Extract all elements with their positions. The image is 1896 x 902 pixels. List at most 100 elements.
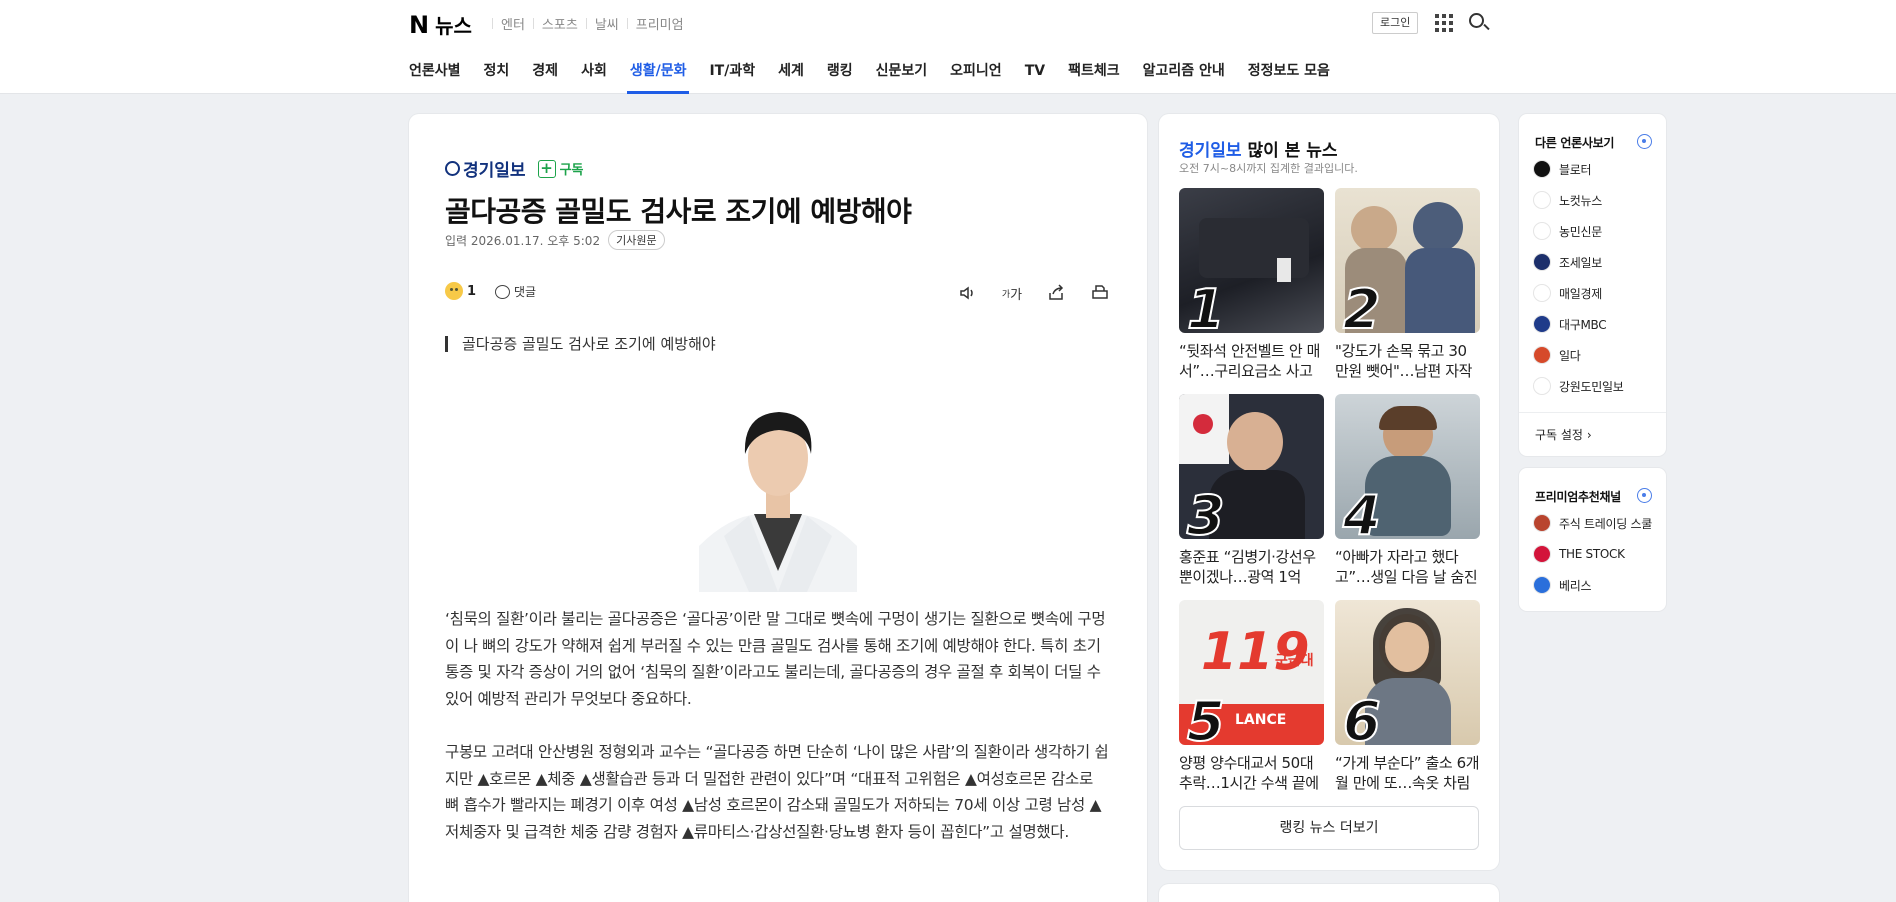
ranking-item[interactable]: 6 “가게 부순다” 출소 6개월 만에 또…속옷 차림 <box>1335 600 1480 793</box>
service-link-entertainment[interactable]: 엔터 <box>501 14 525 33</box>
other-press-name: 블로터 <box>1559 162 1592 177</box>
font-size-label: 가 <box>1010 287 1023 303</box>
rank-number: 4 <box>1342 484 1382 540</box>
subscribe-setting-link[interactable]: 구독 설정 › <box>1535 426 1592 443</box>
nav-item-life-culture[interactable]: 생활/문화 <box>626 56 690 94</box>
nav-item-corrections[interactable]: 정정보도 모음 <box>1248 56 1330 94</box>
other-press-item[interactable]: 블로터 <box>1533 160 1592 178</box>
press-logo-icon <box>1533 576 1551 594</box>
logo-n: N <box>409 10 430 39</box>
ranking-item[interactable]: 1 “뒷좌석 안전벨트 안 매서”…구리요금소 사고 <box>1179 188 1324 381</box>
other-press-item[interactable]: 매일경제 <box>1533 284 1602 302</box>
divider <box>532 18 534 29</box>
nav-item-press[interactable]: 언론사별 <box>409 56 461 94</box>
share-icon[interactable] <box>1045 282 1067 304</box>
most-viewed-title: 경기일보 많이 본 뉴스 <box>1179 136 1338 161</box>
service-link-weather[interactable]: 날씨 <box>595 14 619 33</box>
other-press-name: 대구MBC <box>1559 317 1607 332</box>
refresh-icon[interactable] <box>1637 134 1652 149</box>
subscribe-setting-label: 구독 설정 <box>1535 428 1583 442</box>
press-logo[interactable]: 경기일보 <box>445 156 526 181</box>
print-icon[interactable] <box>1089 282 1111 304</box>
service-link-sports[interactable]: 스포츠 <box>542 14 578 33</box>
ranking-item[interactable]: 2 "강도가 손목 묶고 30만원 뺏어"…남편 자작극 <box>1335 188 1480 381</box>
premium-channel-item[interactable]: 주식 트레이딩 스쿨 <box>1533 514 1652 532</box>
comment-button[interactable]: 댓글 <box>495 283 536 300</box>
naver-news-logo[interactable]: N 뉴스 <box>409 10 472 39</box>
press-logo-icon <box>1533 191 1551 209</box>
nav-item-economy[interactable]: 경제 <box>532 56 558 94</box>
other-press-name: 노컷뉴스 <box>1559 193 1602 208</box>
premium-channel-item[interactable]: 베리스 <box>1533 576 1592 594</box>
ranking-headline: “가게 부순다” 출소 6개월 만에 또…속옷 차림 <box>1335 754 1480 792</box>
ranking-thumbnail: 3 <box>1179 394 1324 539</box>
nav-item-politics[interactable]: 정치 <box>484 56 510 94</box>
nav-item-algorithm[interactable]: 알고리즘 안내 <box>1143 56 1225 94</box>
comment-bubble-icon <box>495 284 510 299</box>
ranking-press-name[interactable]: 경기일보 <box>1179 141 1242 161</box>
ranking-thumbnail: 6 <box>1335 600 1480 745</box>
press-logo-icon <box>1533 514 1551 532</box>
ranking-item[interactable]: 4 “아빠가 자라고 했다고”…생일 다음 날 숨진 <box>1335 394 1480 587</box>
premium-channel-name: THE STOCK <box>1559 547 1625 561</box>
most-viewed-panel: 경기일보 많이 본 뉴스 오전 7시~8시까지 집계한 결과입니다. 1 “뒷좌… <box>1159 114 1499 870</box>
other-press-item[interactable]: 대구MBC <box>1533 315 1607 333</box>
press-logo-icon <box>1533 253 1551 271</box>
nav-item-tv[interactable]: TV <box>1025 56 1045 94</box>
divider <box>1519 412 1666 413</box>
reaction-button[interactable]: 1 <box>445 282 476 300</box>
ranking-thumbnail: 1 <box>1179 188 1324 333</box>
other-press-panel: 다른 언론사보기 블로터 노컷뉴스 농민신문 조세일보 매일경제 대구MBC 일다 강원도민일… <box>1519 114 1666 456</box>
font-size-icon[interactable]: 가가 <box>1001 282 1023 304</box>
press-logo-icon <box>1533 160 1551 178</box>
press-logo-icon <box>1533 315 1551 333</box>
service-link-premium[interactable]: 프리미엄 <box>636 14 684 33</box>
original-article-button[interactable]: 기사원문 <box>608 230 665 250</box>
other-press-item[interactable]: 조세일보 <box>1533 253 1602 271</box>
article-dateline: 입력 2026.01.17. 오후 5:02 기사원문 <box>445 230 665 250</box>
tts-speaker-icon[interactable] <box>957 282 979 304</box>
search-icon[interactable] <box>1468 12 1490 34</box>
ranking-title-suffix: 많이 본 뉴스 <box>1241 141 1338 161</box>
article-subhead: 골다공증 골밀도 검사로 조기에 예방해야 <box>445 336 716 352</box>
nav-item-ranking[interactable]: 랭킹 <box>827 56 853 94</box>
sign-eng: LANCE <box>1235 712 1287 728</box>
other-press-item[interactable]: 일다 <box>1533 346 1581 364</box>
other-press-item[interactable]: 농민신문 <box>1533 222 1602 240</box>
other-press-item[interactable]: 노컷뉴스 <box>1533 191 1602 209</box>
article-tools: 가가 <box>957 282 1111 304</box>
press-logo-text: 경기일보 <box>463 161 526 181</box>
reaction-count: 1 <box>467 283 477 299</box>
ranking-item[interactable]: 119 구급대 LANCE 5 양평 양수대교서 50대 추락…1시간 수색 끝… <box>1179 600 1324 793</box>
apps-grid-icon[interactable] <box>1435 14 1453 32</box>
other-press-item[interactable]: 강원도민일보 <box>1533 377 1624 395</box>
press-logo-icon <box>445 161 460 176</box>
nav-item-world[interactable]: 세계 <box>778 56 804 94</box>
ranking-headline: “아빠가 자라고 했다고”…생일 다음 날 숨진 <box>1335 548 1478 586</box>
nav-item-newspaper[interactable]: 신문보기 <box>876 56 928 94</box>
article-paragraph: 구봉모 고려대 안산병원 정형외과 교수는 “골다공증 하면 단순히 ‘나이 많… <box>445 743 1109 841</box>
ranking-headline: "강도가 손목 묶고 30만원 뺏어"…남편 자작극 <box>1335 342 1473 380</box>
publish-date: 입력 2026.01.17. 오후 5:02 <box>445 233 601 248</box>
nav-item-factcheck[interactable]: 팩트체크 <box>1068 56 1120 94</box>
press-logo-icon <box>1533 284 1551 302</box>
login-button[interactable]: 로그인 <box>1372 12 1419 34</box>
nav-item-it-science[interactable]: IT/과학 <box>709 56 755 94</box>
subscribe-label: 구독 <box>559 163 584 178</box>
other-press-name: 농민신문 <box>1559 224 1602 239</box>
ranking-more-button[interactable]: 랭킹 뉴스 더보기 <box>1179 806 1479 850</box>
subscribe-button[interactable]: + 구독 <box>537 159 584 178</box>
premium-title: 프리미엄추천채널 <box>1535 490 1621 504</box>
ranking-item[interactable]: 3 홍준표 “김병기·강선우뿐이겠나…광역 1억 <box>1179 394 1324 587</box>
premium-channel-item[interactable]: THE STOCK <box>1533 545 1625 563</box>
press-header: 경기일보 + 구독 <box>445 156 583 181</box>
refresh-icon[interactable] <box>1637 488 1652 503</box>
top-header: N 뉴스 엔터 스포츠 날씨 프리미엄 로그인 언론사별 정치 경제 사회 생활… <box>0 0 1896 94</box>
divider <box>626 18 628 29</box>
divider <box>492 18 493 29</box>
nav-item-society[interactable]: 사회 <box>581 56 607 94</box>
ranking-thumbnail: 119 구급대 LANCE 5 <box>1179 600 1324 745</box>
nav-item-opinion[interactable]: 오피니언 <box>950 56 1002 94</box>
rank-number: 3 <box>1186 484 1226 540</box>
other-press-name: 강원도민일보 <box>1559 379 1624 394</box>
